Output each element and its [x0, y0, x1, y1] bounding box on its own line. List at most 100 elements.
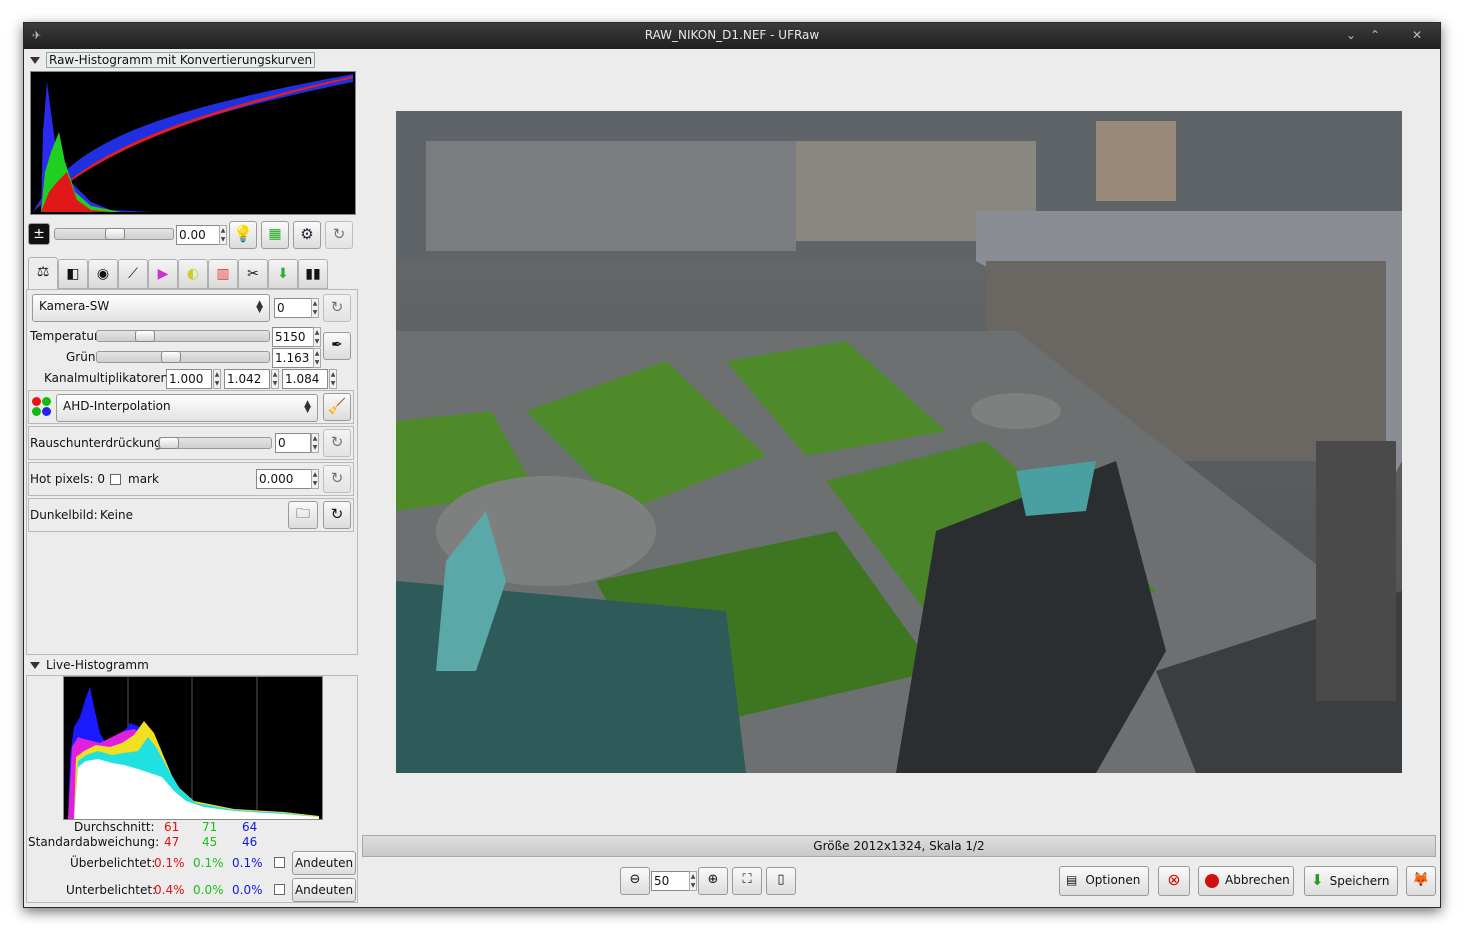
exposure-icon: ±: [28, 223, 50, 245]
crop-icon: ✂: [247, 266, 259, 282]
temperature-slider-knob[interactable]: [135, 330, 155, 342]
clip-settings-button[interactable]: ⚙: [293, 221, 321, 249]
exposure-spinner[interactable]: ▲ ▼: [219, 225, 227, 245]
tab-exif[interactable]: ▮▮: [298, 259, 328, 289]
denoise-spinner[interactable]: ▲ ▼: [311, 433, 319, 453]
maximize-icon[interactable]: ⌃: [1364, 27, 1386, 43]
average-label: Durchschnitt:: [74, 820, 155, 834]
multiplier-red-spinner[interactable]: ▲ ▼: [213, 369, 221, 389]
reset-exposure-button[interactable]: ↻: [325, 221, 353, 249]
finetune-spinner[interactable]: ▲ ▼: [311, 298, 319, 318]
image-preview[interactable]: [396, 111, 1402, 773]
smoothing-button[interactable]: 🧹: [323, 393, 351, 421]
tab-lens[interactable]: ◉: [88, 259, 118, 289]
multiplier-green-input[interactable]: 1.042: [224, 369, 270, 389]
denoise-label: Rauschunterdrückung: [30, 436, 162, 450]
green-spinner[interactable]: ▲ ▼: [313, 348, 321, 368]
lightbulb-icon: 💡: [233, 224, 253, 243]
gears-icon: ⚙: [300, 225, 314, 243]
multiplier-green-spinner[interactable]: ▲ ▼: [271, 369, 279, 389]
raw-histogram-expander[interactable]: Raw-Histogramm mit Konvertierungskurven: [30, 52, 316, 68]
save-button[interactable]: ⬇ Speichern: [1304, 866, 1398, 896]
cancel-button[interactable]: Abbrechen: [1198, 866, 1294, 896]
delete-button[interactable]: ⊗: [1158, 866, 1190, 896]
whitebalance-finetune-input[interactable]: 0: [274, 298, 312, 318]
tab-whitebalance[interactable]: ⚖: [28, 257, 58, 289]
green-input[interactable]: 1.163: [272, 348, 314, 368]
average-blue: 64: [242, 820, 258, 834]
whitebalance-preset-select[interactable]: Kamera-SW ▲ ▼: [32, 294, 270, 322]
temperature-spinner[interactable]: ▲ ▼: [313, 327, 321, 347]
save-options-icon: ⬇: [277, 266, 289, 282]
denoise-slider-knob[interactable]: [159, 437, 179, 449]
minimize-icon[interactable]: ⌄: [1340, 27, 1362, 43]
interpolation-value: AHD-Interpolation: [63, 399, 171, 413]
tab-grayscale[interactable]: ◧: [58, 259, 88, 289]
hist-white: [74, 759, 319, 819]
zoom-fit-button[interactable]: ⛶: [732, 867, 762, 895]
temperature-input[interactable]: 5150: [272, 327, 314, 347]
tab-base-curve[interactable]: ⟋: [118, 259, 148, 289]
options-button[interactable]: ▤ Optionen: [1059, 866, 1149, 896]
hotpixels-input[interactable]: 0.000: [256, 469, 312, 489]
status-bar: Größe 2012x1324, Skala 1/2: [362, 835, 1436, 857]
options-icon: ▤: [1066, 873, 1078, 887]
exposure-slider-knob[interactable]: [105, 228, 125, 240]
zoom-spinner[interactable]: ▲ ▼: [689, 871, 697, 891]
zoom-in-button[interactable]: ⊕: [698, 867, 728, 895]
broom-icon: 🧹: [327, 397, 347, 415]
denoise-input[interactable]: 0: [275, 433, 311, 453]
folder-icon: 🗀: [296, 506, 310, 522]
lens-icon: ◉: [96, 266, 110, 282]
underexposed-red: 0.4%: [154, 883, 185, 897]
hotpixels-spinner[interactable]: ▲ ▼: [311, 469, 319, 489]
stddev-label: Standardabweichung:: [28, 835, 160, 849]
send-to-gimp-button[interactable]: 🦊: [1406, 866, 1436, 896]
reset-icon: ↻: [330, 505, 344, 523]
green-slider[interactable]: [96, 351, 270, 363]
exposure-slider[interactable]: [54, 228, 174, 240]
underexposed-blue: 0.0%: [232, 883, 263, 897]
overexposed-green: 0.1%: [193, 856, 224, 870]
underexposed-indicate-button[interactable]: Andeuten: [292, 878, 356, 902]
cancel-label: Abbrechen: [1225, 873, 1290, 887]
tab-lightness[interactable]: ▥: [208, 259, 238, 289]
zoom-out-button[interactable]: ⊖: [620, 867, 650, 895]
reset-whitebalance-button[interactable]: ↻: [323, 294, 351, 322]
zoom-100-button[interactable]: ▯: [766, 867, 796, 895]
tab-crop-rotate[interactable]: ✂: [238, 259, 268, 289]
auto-exposure-button[interactable]: 💡: [229, 221, 257, 249]
multiplier-blue-input[interactable]: 1.084: [282, 369, 328, 389]
underexposed-checkbox[interactable]: [274, 884, 285, 895]
underexposed-label: Unterbelichtet:: [66, 883, 157, 897]
overexposed-indicate-button[interactable]: Andeuten: [292, 851, 356, 875]
zoom-in-icon: ⊕: [707, 872, 719, 887]
stddev-red: 47: [164, 835, 180, 849]
multiplier-blue-spinner[interactable]: ▲ ▼: [329, 369, 337, 389]
tab-color-management[interactable]: ▶: [148, 259, 178, 289]
interpolation-select[interactable]: AHD-Interpolation ▲ ▼: [56, 394, 318, 422]
overexposed-checkbox[interactable]: [274, 857, 285, 868]
temperature-slider[interactable]: [96, 330, 270, 342]
exposure-input[interactable]: 0.00: [176, 225, 220, 245]
reset-hotpixels-button[interactable]: ↻: [323, 465, 351, 493]
chevron-updown-icon: ▲ ▼: [304, 399, 311, 415]
live-histogram-expander[interactable]: Live-Histogramm: [30, 658, 149, 672]
load-darkframe-button[interactable]: 🗀: [288, 501, 318, 529]
close-icon[interactable]: ✕: [1406, 27, 1428, 43]
reset-denoise-button[interactable]: ↻: [323, 429, 351, 457]
multiplier-red-input[interactable]: 1.000: [166, 369, 212, 389]
tab-save[interactable]: ⬇: [268, 259, 298, 289]
expander-arrow-icon: [30, 57, 40, 64]
spot-whitebalance-button[interactable]: ✒: [323, 332, 351, 360]
grayscale-icon: ◧: [66, 266, 80, 282]
darkframe-label: Dunkelbild:: [30, 508, 98, 522]
hotpixels-mark-checkbox[interactable]: [110, 474, 121, 485]
denoise-slider[interactable]: [158, 437, 272, 449]
green-slider-knob[interactable]: [161, 351, 181, 363]
reset-darkframe-button[interactable]: ↻: [323, 501, 351, 529]
restore-details-button[interactable]: ▦: [261, 221, 289, 249]
green-label: Grün: [66, 350, 96, 364]
tab-color-correction[interactable]: ◐: [178, 259, 208, 289]
zoom-input[interactable]: 50: [651, 871, 691, 891]
